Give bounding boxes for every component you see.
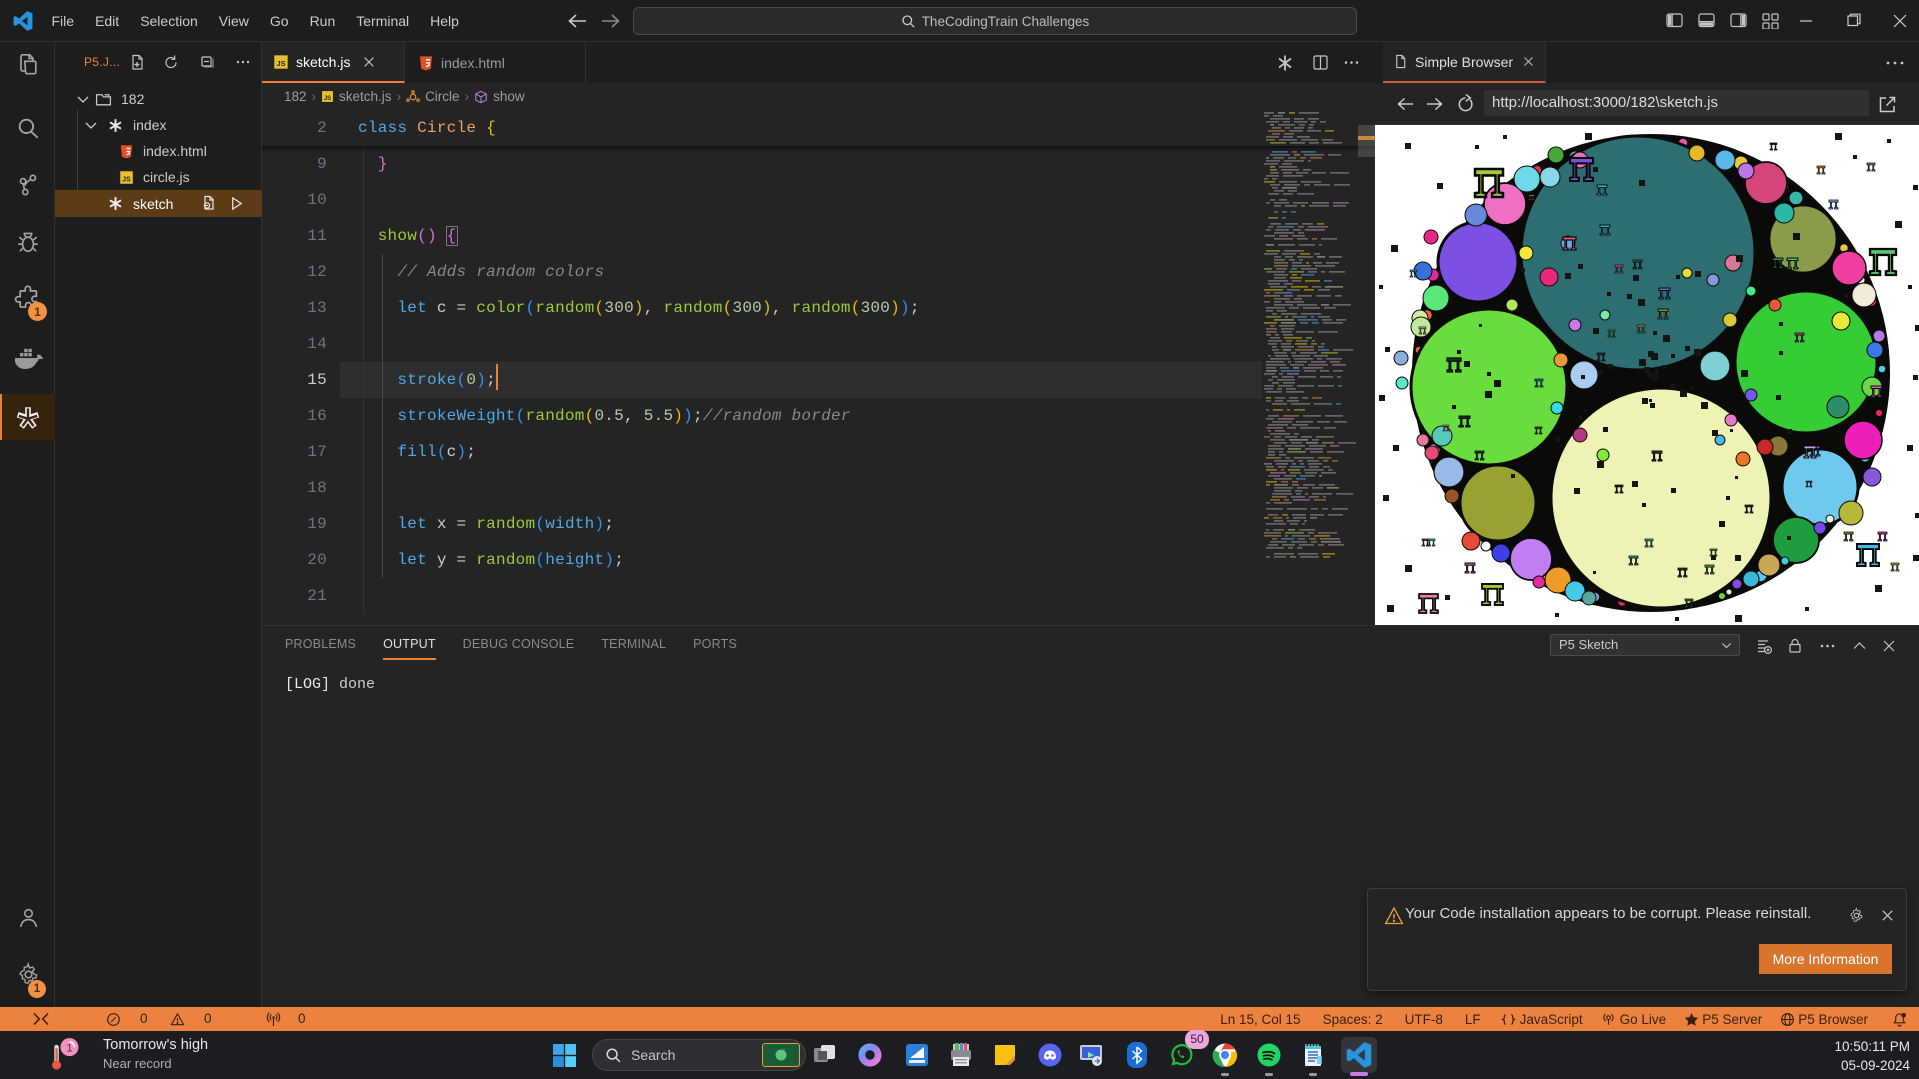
svg-text:JS: JS	[324, 96, 331, 102]
svg-text:JS: JS	[277, 59, 286, 68]
svg-text:JS: JS	[122, 176, 131, 183]
svg-text:1: 1	[66, 1043, 72, 1055]
